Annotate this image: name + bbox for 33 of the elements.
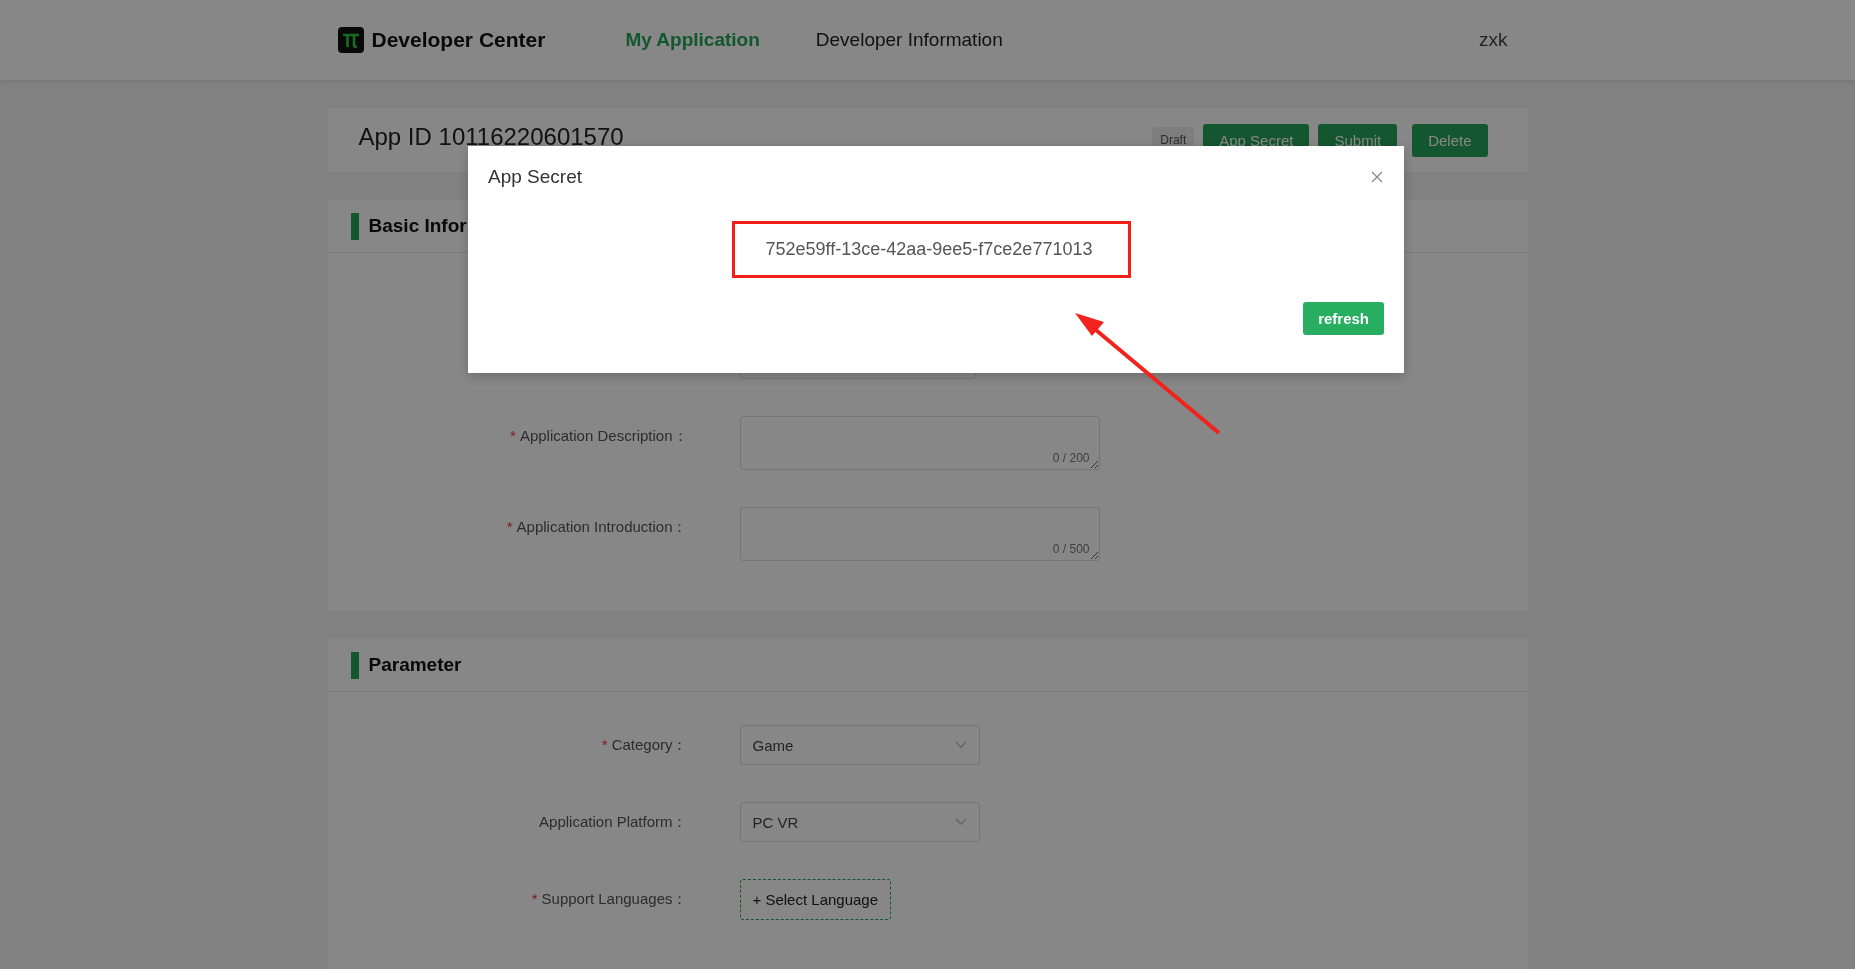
chevron-down-icon: [954, 818, 967, 826]
logo-text: Developer Center: [371, 28, 546, 52]
section-marker: [350, 212, 359, 240]
field-label: Category：: [611, 736, 688, 753]
highlighted-secret: 752e59ff-13ce-42aa-9ee5-f7ce2e771013: [731, 221, 1131, 278]
chevron-down-icon: [954, 741, 967, 749]
text-area[interactable]: [739, 507, 1100, 561]
required-mark: *: [531, 890, 538, 907]
nav-link[interactable]: Developer Information: [815, 29, 1003, 51]
dropdown-field[interactable]: Game: [739, 725, 980, 765]
dialog-title: App Secret: [488, 166, 582, 188]
character-counter: 0 / 200: [1052, 451, 1090, 465]
field-label: Application Description：: [519, 427, 688, 444]
select-language-button[interactable]: + Select Language: [739, 879, 892, 920]
character-counter: 0 / 500: [1052, 542, 1090, 556]
close-icon[interactable]: [1371, 171, 1383, 183]
dropdown-field[interactable]: PC VR: [739, 802, 980, 842]
logo-icon: [337, 27, 364, 53]
required-mark: *: [601, 736, 608, 753]
nav-link[interactable]: My Application: [625, 29, 760, 51]
text-area[interactable]: [739, 416, 1100, 470]
action-button[interactable]: Delete: [1412, 123, 1488, 157]
section-marker: [350, 651, 359, 679]
app-id-title: App ID 10116220601570: [358, 123, 624, 151]
refresh-button[interactable]: refresh: [1303, 302, 1384, 335]
field-label: Application Platform：: [539, 813, 688, 830]
section-title: Parameter: [368, 654, 462, 676]
required-mark: *: [506, 518, 513, 535]
required-mark: *: [510, 427, 516, 444]
section-title: Basic Infor: [368, 215, 467, 237]
field-label: Support Languages：: [541, 890, 688, 907]
field-label: Application Introduction：: [516, 518, 688, 535]
user-name[interactable]: zxk: [1479, 29, 1508, 51]
